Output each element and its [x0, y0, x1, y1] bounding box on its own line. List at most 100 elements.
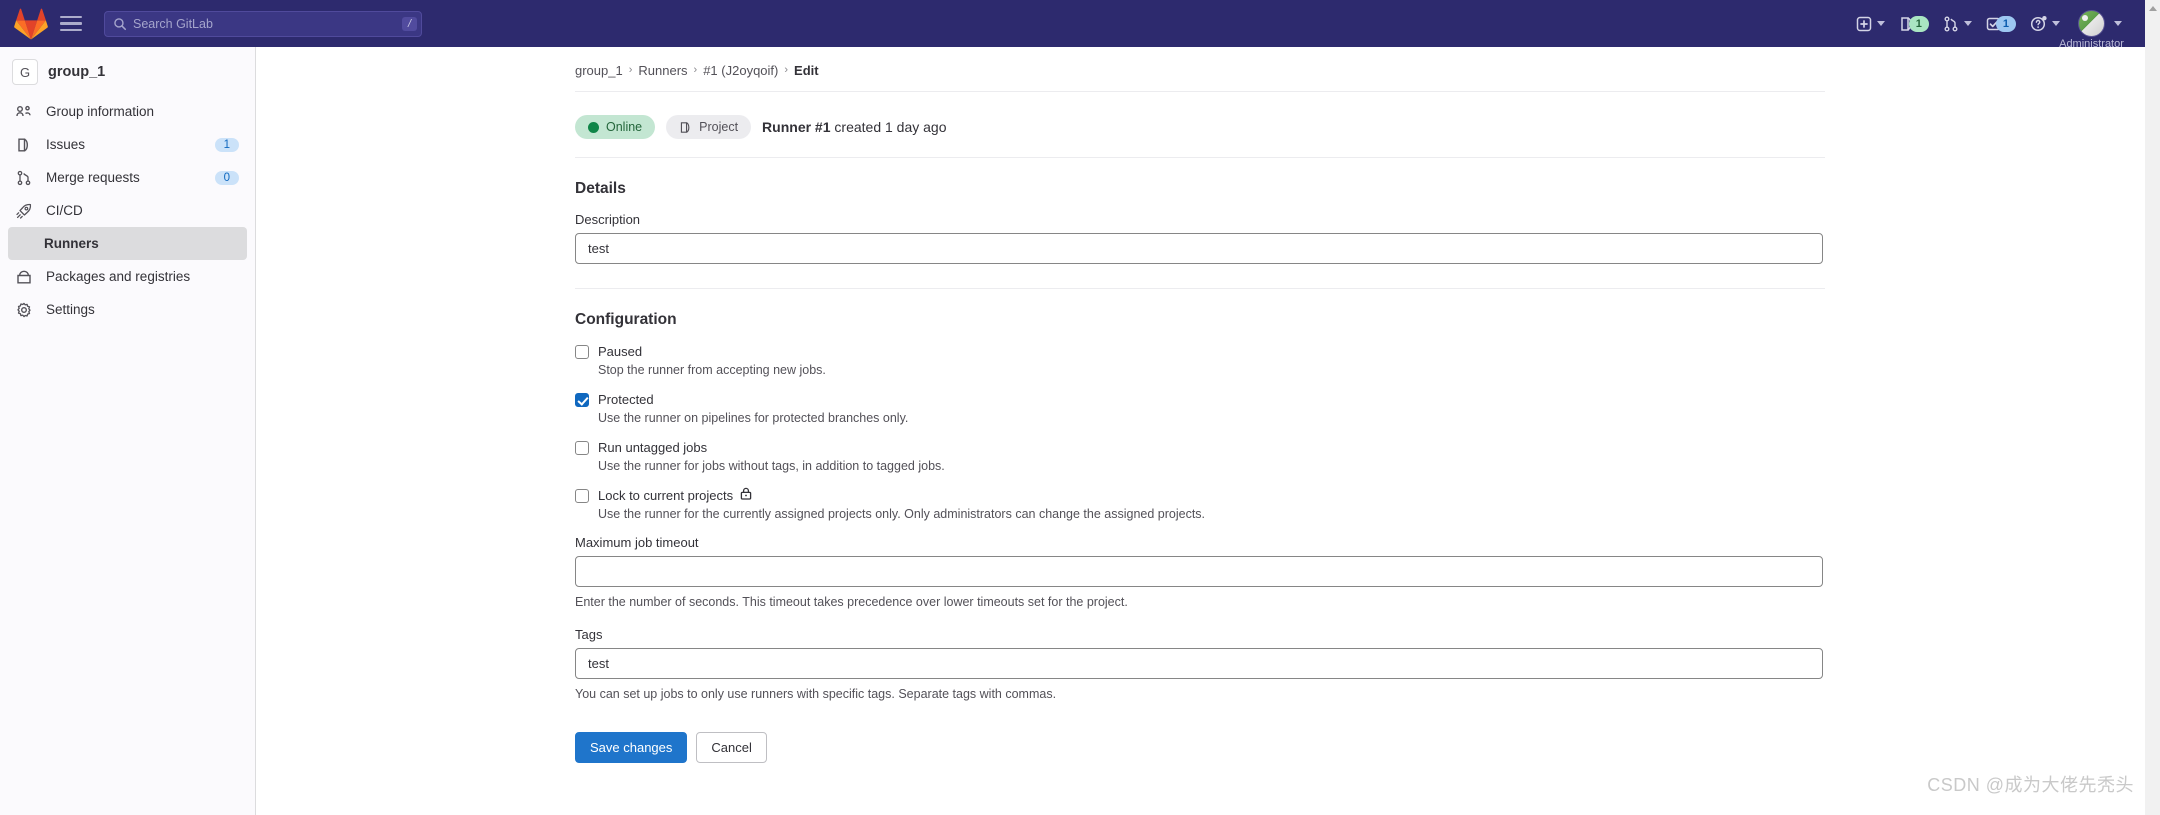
- details-heading: Details: [575, 180, 626, 197]
- sidebar-issues-count-badge: 1: [214, 137, 239, 152]
- gear-icon: [16, 302, 36, 318]
- user-avatar-image: [2078, 10, 2105, 37]
- scope-badge-label: Project: [699, 120, 739, 134]
- avatar[interactable]: Administrator: [2059, 10, 2124, 50]
- status-badge-label: Online: [606, 120, 643, 134]
- breadcrumb-divider: [575, 91, 1825, 92]
- tags-label: Tags: [575, 627, 603, 642]
- merge-requests-menu[interactable]: [1936, 7, 1979, 41]
- issues-menu[interactable]: 1: [1892, 7, 1936, 41]
- hamburger-line: [60, 15, 82, 19]
- checkbox-row-protected: Protected: [575, 391, 1825, 408]
- breadcrumb-item-runners[interactable]: Runners: [638, 63, 687, 78]
- sidebar-item-label: CI/CD: [46, 203, 83, 218]
- runner-title: Runner #1 created 1 day ago: [762, 119, 946, 135]
- sidebar-group-header[interactable]: G group_1: [0, 51, 255, 93]
- details-divider: [575, 288, 1825, 289]
- todos-menu[interactable]: 1: [1979, 7, 2023, 41]
- tags-input[interactable]: [575, 648, 1823, 679]
- merge-request-icon: [16, 170, 36, 186]
- question-circle-icon: [2030, 16, 2047, 32]
- sidebar-item-group-information[interactable]: Group information: [8, 95, 247, 128]
- todos-count-badge: 1: [1995, 15, 2016, 32]
- sidebar-item-merge-requests[interactable]: Merge requests 0: [8, 161, 247, 194]
- sidebar-item-label: Issues: [46, 137, 86, 152]
- run-untagged-jobs-checkbox[interactable]: [575, 441, 589, 455]
- max-job-timeout-input[interactable]: [575, 556, 1823, 587]
- save-changes-button[interactable]: Save changes: [575, 732, 688, 763]
- hamburger-line: [60, 22, 82, 25]
- status-online-dot-icon: [588, 121, 599, 133]
- chevron-down-icon: [2052, 21, 2060, 26]
- run-untagged-jobs-label: Run untagged jobs: [598, 440, 708, 455]
- user-menu[interactable]: Administrator: [2059, 7, 2129, 50]
- runner-title-rest: created 1 day ago: [830, 119, 947, 135]
- left-sidebar: G group_1 Group information Issues 1 Mer…: [0, 47, 256, 815]
- scroll-up-arrow-icon[interactable]: [2145, 0, 2160, 16]
- lock-to-current-projects-label: Lock to current projects: [598, 488, 734, 503]
- sidebar-item-packages-and-registries[interactable]: Packages and registries: [8, 260, 247, 293]
- protected-checkbox[interactable]: [575, 393, 589, 407]
- sidebar-nav-list: Group information Issues 1 Merge request…: [0, 93, 255, 326]
- runner-title-strong: Runner #1: [762, 119, 831, 135]
- navbar-right-group: 1 1 Administrator: [1849, 7, 2139, 50]
- breadcrumb-separator-icon: ›: [693, 64, 698, 76]
- tags-help-text: You can set up jobs to only use runners …: [575, 687, 1057, 701]
- breadcrumb-separator-icon: ›: [628, 64, 633, 76]
- package-icon: [16, 269, 36, 285]
- page-scrollbar[interactable]: [2145, 0, 2160, 815]
- sidebar-item-label: Merge requests: [46, 170, 140, 185]
- lock-to-current-projects-label-wrap: Lock to current projects: [598, 487, 752, 504]
- top-navbar: Search GitLab / 1 1 Administrator: [0, 0, 2145, 50]
- gitlab-logo-icon[interactable]: [14, 8, 48, 40]
- search-input[interactable]: Search GitLab /: [104, 10, 422, 37]
- navbar-left-group: Search GitLab /: [8, 8, 422, 40]
- sidebar-item-cicd[interactable]: CI/CD: [8, 194, 247, 227]
- checkbox-row-paused: Paused: [575, 343, 1825, 360]
- user-name-label: Administrator: [2059, 38, 2124, 50]
- runner-header-divider: [575, 157, 1825, 158]
- breadcrumb-separator-icon: ›: [784, 64, 789, 76]
- rocket-icon: [16, 203, 36, 219]
- lock-icon: [740, 487, 752, 504]
- paused-checkbox[interactable]: [575, 345, 589, 359]
- max-job-timeout-help-text: Enter the number of seconds. This timeou…: [575, 595, 1128, 609]
- chevron-down-icon: [1876, 21, 1885, 26]
- hamburger-menu-icon[interactable]: [60, 9, 90, 39]
- runner-header: Online Project Runner #1 created 1 day a…: [575, 114, 1825, 140]
- description-input[interactable]: [575, 233, 1823, 264]
- sidebar-item-runners[interactable]: Runners: [8, 227, 247, 260]
- search-icon: [114, 17, 127, 30]
- cancel-button[interactable]: Cancel: [696, 732, 767, 763]
- watermark-text: CSDN @成为大佬先秃头: [1927, 775, 2134, 795]
- content-column: group_1 › Runners › #1 (J2oyqoif) › Edit…: [575, 47, 1825, 763]
- protected-help-text: Use the runner on pipelines for protecte…: [598, 411, 909, 425]
- create-new-menu[interactable]: [1849, 7, 1892, 41]
- search-placeholder: Search GitLab: [133, 16, 213, 31]
- form-actions: Save changes Cancel: [575, 732, 1825, 763]
- breadcrumb-item-runner-id[interactable]: #1 (J2oyqoif): [703, 63, 778, 78]
- group-avatar: G: [12, 59, 38, 85]
- project-door-icon: [681, 121, 690, 133]
- plus-square-icon: [1856, 16, 1871, 31]
- paused-label: Paused: [598, 344, 643, 359]
- issues-icon: [16, 137, 36, 153]
- sidebar-item-issues[interactable]: Issues 1: [8, 128, 247, 161]
- chevron-down-icon: [1963, 21, 1972, 26]
- scope-badge: Project: [666, 115, 752, 139]
- breadcrumb-item-edit: Edit: [794, 62, 819, 78]
- run-untagged-jobs-help-text: Use the runner for jobs without tags, in…: [598, 459, 945, 473]
- sidebar-item-label: Runners: [44, 236, 99, 251]
- hamburger-line: [60, 28, 82, 32]
- search-shortcut-key: /: [401, 16, 417, 31]
- lock-to-current-projects-checkbox[interactable]: [575, 489, 589, 503]
- checkbox-row-lock-to-current-projects: Lock to current projects: [575, 487, 1825, 504]
- issues-count-badge: 1: [1908, 15, 1929, 32]
- protected-label: Protected: [598, 392, 654, 407]
- sidebar-item-label: Settings: [46, 302, 95, 317]
- sidebar-item-label: Group information: [46, 104, 155, 119]
- help-menu[interactable]: [2023, 7, 2067, 41]
- sidebar-item-settings[interactable]: Settings: [8, 293, 247, 326]
- checkbox-row-run-untagged-jobs: Run untagged jobs: [575, 439, 1825, 456]
- breadcrumb-item-group[interactable]: group_1: [575, 63, 623, 78]
